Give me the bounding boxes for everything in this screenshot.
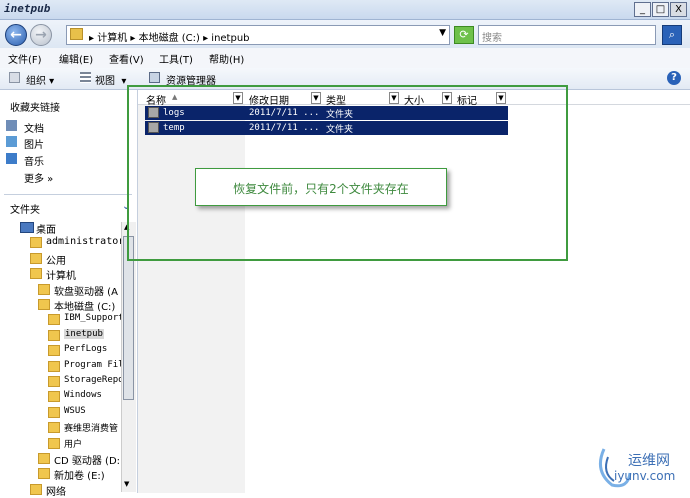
tree-item-icon — [48, 345, 60, 357]
tree-item-icon — [48, 376, 60, 387]
tree-item[interactable]: CD 驱动器 (D: — [54, 452, 120, 467]
annotation-callout: 恢复文件前，只有2个文件夹存在 — [195, 168, 447, 206]
menu-file[interactable]: 文件(F) — [8, 51, 42, 66]
tree-item[interactable]: Windows — [64, 390, 102, 400]
tree-item-icon — [48, 360, 60, 372]
tree-item-icon — [20, 222, 34, 233]
tree-item-icon — [38, 453, 50, 464]
refresh-icon: ⟳ — [459, 28, 469, 41]
search-input[interactable]: 搜索 — [478, 25, 656, 45]
organize-button[interactable]: 组织 ▾ — [26, 72, 54, 87]
organize-icon — [9, 72, 20, 83]
music-icon — [6, 153, 17, 164]
chevron-down-icon[interactable]: ▼ — [439, 28, 446, 38]
tree-item-icon — [48, 422, 60, 434]
help-icon[interactable]: ? — [667, 71, 681, 85]
tree-item[interactable]: StorageRepor — [64, 375, 129, 385]
tree-item[interactable]: 本地磁盘 (C:) — [54, 298, 115, 313]
menu-help[interactable]: 帮助(H) — [209, 51, 244, 66]
watermark-text: 运维网 — [628, 453, 670, 469]
nav-divider — [4, 194, 132, 195]
back-arrow-icon: ← — [10, 27, 22, 43]
tree-item[interactable]: 公用 — [46, 252, 66, 267]
tree-item-icon — [30, 268, 42, 280]
tree-item[interactable]: 新加卷 (E:) — [54, 467, 105, 482]
folders-title: 文件夹 — [10, 205, 40, 216]
tree-item[interactable]: administrator — [46, 236, 124, 247]
favorite-documents[interactable]: 文档 — [24, 120, 44, 135]
pictures-icon — [6, 136, 17, 147]
tree-item[interactable]: PerfLogs — [64, 344, 107, 354]
maximize-button[interactable]: □ — [652, 2, 669, 17]
tree-item-icon — [48, 329, 60, 341]
tree-item[interactable]: 桌面 — [36, 221, 56, 236]
forward-button[interactable]: → — [30, 24, 52, 46]
minimize-button[interactable]: _ — [634, 2, 651, 17]
tree-item-icon — [38, 283, 50, 295]
more-link[interactable]: 更多 » — [24, 170, 53, 185]
menu-edit[interactable]: 编辑(E) — [59, 51, 93, 66]
favorite-pictures[interactable]: 图片 — [24, 136, 44, 151]
forward-arrow-icon: → — [35, 27, 47, 43]
close-button[interactable]: X — [670, 2, 687, 17]
tree-item-icon — [30, 483, 42, 495]
address-bar[interactable]: ▸ 计算机 ▸ 本地磁盘 (C:) ▸ inetpub ▼ — [66, 25, 450, 45]
tree-item[interactable]: Program File — [64, 360, 129, 370]
tree-item[interactable]: WSUS — [64, 406, 86, 416]
tree-item[interactable]: 软盘驱动器 (A — [54, 283, 118, 298]
tree-item[interactable]: 赛维思消费管 — [64, 421, 118, 434]
favorites-title: 收藏夹链接 — [10, 103, 60, 114]
favorite-music[interactable]: 音乐 — [24, 153, 44, 168]
tree-item-icon — [30, 237, 42, 249]
menu-tools[interactable]: 工具(T) — [159, 51, 193, 66]
tree-item-icon — [48, 437, 60, 449]
scroll-down-icon[interactable]: ▼ — [124, 480, 129, 488]
tree-item-icon — [48, 406, 60, 418]
tree-item-icon — [38, 299, 50, 310]
views-icon — [80, 72, 91, 83]
tree-item-icon — [48, 391, 60, 403]
tree-item[interactable]: IBM_Support — [64, 313, 124, 323]
refresh-button[interactable]: ⟳ — [454, 26, 474, 44]
search-button[interactable]: ⌕ — [662, 25, 682, 45]
address-path: ▸ 计算机 ▸ 本地磁盘 (C:) ▸ inetpub — [89, 33, 250, 44]
documents-icon — [6, 120, 17, 131]
watermark-url: iyunv.com — [614, 469, 676, 483]
menu-view[interactable]: 查看(V) — [109, 51, 144, 66]
search-icon: ⌕ — [668, 28, 676, 41]
explorer-icon — [149, 72, 160, 83]
menu-bar — [0, 48, 690, 68]
tree-item-icon — [48, 314, 60, 326]
tree-item[interactable]: 计算机 — [46, 267, 76, 282]
title-bar — [0, 0, 690, 20]
tree-item[interactable]: 网络 — [46, 483, 66, 498]
tree-item[interactable]: inetpub — [64, 328, 104, 339]
views-button[interactable]: 视图 ▾ — [95, 72, 126, 87]
tree-item-icon — [30, 252, 42, 264]
back-button[interactable]: ← — [5, 24, 27, 46]
tree-item-icon — [38, 468, 50, 480]
search-placeholder: 搜索 — [482, 33, 502, 44]
folder-icon — [70, 28, 83, 40]
window-title: inetpub — [4, 2, 51, 15]
tree-item[interactable]: 用户 — [64, 437, 82, 450]
annotation-text: 恢复文件前，只有2个文件夹存在 — [233, 182, 409, 196]
